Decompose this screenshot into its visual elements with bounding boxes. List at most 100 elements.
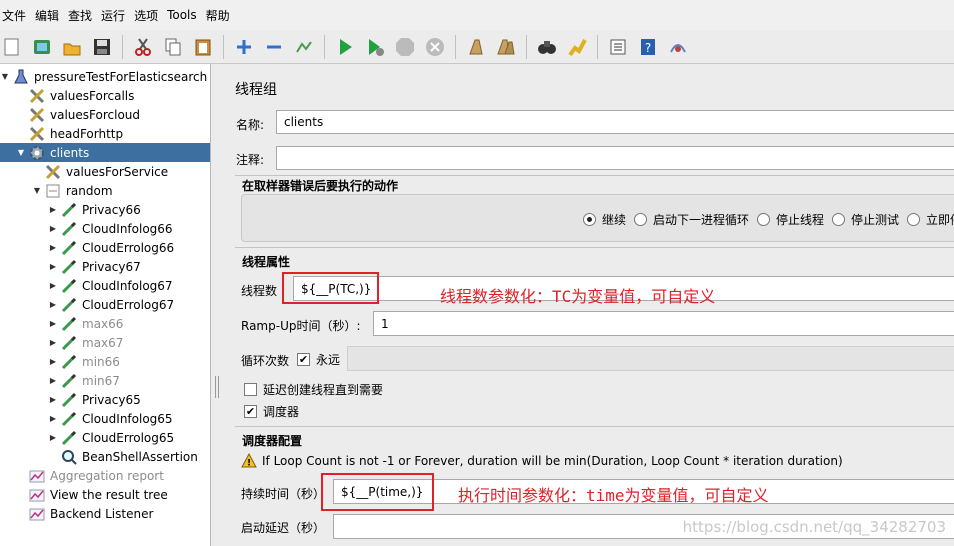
tree-item[interactable]: valuesForService [32,162,168,181]
radio-stop-test-now-button[interactable] [907,213,920,226]
name-field[interactable]: clients [276,110,954,134]
reset-search-icon[interactable] [565,35,589,59]
menu-search[interactable]: 查找 [68,7,92,24]
radio-stop-test-now[interactable]: 立即停止测试 [907,211,954,228]
collapsed-arrow-icon[interactable]: ▶ [48,395,58,404]
tree-item[interactable]: ▶ Privacy65 [48,390,141,409]
radio-continue[interactable]: 继续 [583,211,626,228]
toolbar-separator [526,34,527,59]
radio-start-next-loop[interactable]: 启动下一进程循环 [634,211,749,228]
collapsed-arrow-icon[interactable]: ▶ [48,243,58,252]
pipette-icon [60,201,78,219]
tree-item[interactable]: valuesForcloud [16,105,140,124]
menu-options[interactable]: 选项 [134,7,158,24]
panel-splitter[interactable] [211,64,223,546]
duration-highlight-box [321,473,434,511]
splitter-grip[interactable] [215,376,219,398]
tree-item[interactable]: ▶ CloudErrolog67 [48,295,174,314]
start-no-pause-icon[interactable] [363,35,387,59]
stop-icon[interactable] [393,35,417,59]
pipette-icon [60,296,78,314]
tree-item[interactable]: ▶ min67 [48,371,120,390]
tree-item-label: pressureTestForElasticsearch [34,69,208,84]
open-icon[interactable] [60,35,84,59]
tree-item[interactable]: ▼ pressureTestForElasticsearch [0,67,207,86]
collapsed-arrow-icon[interactable]: ▶ [48,414,58,423]
delay-thread-creation-checkbox[interactable]: 延迟创建线程直到需要 [244,381,383,398]
tree-item[interactable]: BeanShellAssertion [48,447,198,466]
expanded-arrow-icon[interactable]: ▼ [16,148,26,157]
function-helper-icon[interactable] [606,35,630,59]
tree-item[interactable]: ▶ Privacy67 [48,257,141,276]
templates-icon[interactable] [30,35,54,59]
new-icon[interactable] [0,35,24,59]
tree-item[interactable]: View the result tree [16,485,168,504]
scheduler-checkbox-box[interactable]: ✔ [244,405,257,418]
tree-item[interactable]: ▶ CloudErrolog65 [48,428,174,447]
radio-stop-test-button[interactable] [832,213,845,226]
forever-checkbox[interactable]: ✔ 永远 [297,351,340,368]
expanded-arrow-icon[interactable]: ▼ [32,186,42,195]
forever-checkbox-box[interactable]: ✔ [297,353,310,366]
tree-item[interactable]: valuesForcalls [16,86,134,105]
tree-item[interactable]: Aggregation report [16,466,164,485]
radio-stop-thread[interactable]: 停止线程 [757,211,824,228]
clear-icon[interactable] [464,35,488,59]
tree-item-label: max67 [82,335,124,350]
copy-icon[interactable] [161,35,185,59]
expand-icon[interactable] [232,35,256,59]
tree-item[interactable]: ▼ random [32,181,113,200]
start-icon[interactable] [333,35,357,59]
tree-item[interactable]: ▶ min66 [48,352,120,371]
delay-checkbox-box[interactable] [244,383,257,396]
loop-count-field[interactable] [347,346,954,371]
clear-all-icon[interactable] [494,35,518,59]
collapsed-arrow-icon[interactable]: ▶ [48,433,58,442]
search-icon[interactable] [535,35,559,59]
menu-file[interactable]: 文件 [2,7,26,24]
pipette-icon [60,315,78,333]
menu-help[interactable]: 帮助 [206,7,230,24]
collapsed-arrow-icon[interactable]: ▶ [48,262,58,271]
menu-edit[interactable]: 编辑 [35,7,59,24]
shutdown-icon[interactable] [423,35,447,59]
menu-run[interactable]: 运行 [101,7,125,24]
collapsed-arrow-icon[interactable]: ▶ [48,281,58,290]
scheduler-checkbox[interactable]: ✔ 调度器 [244,403,299,420]
remote-icon[interactable] [666,35,690,59]
cut-icon[interactable] [131,35,155,59]
menu-tools[interactable]: Tools [167,8,197,22]
scheduler-label: 调度器 [263,405,300,419]
tree-item[interactable]: ▶ max66 [48,314,123,333]
collapsed-arrow-icon[interactable]: ▶ [48,205,58,214]
test-plan-tree[interactable]: ▼ pressureTestForElasticsearch valuesForca… [0,64,211,546]
collapsed-arrow-icon[interactable]: ▶ [48,300,58,309]
toolbar-separator [324,34,325,59]
tree-item[interactable]: ▶ CloudInfolog67 [48,276,173,295]
comment-field[interactable] [276,146,954,170]
radio-stop-test[interactable]: 停止测试 [832,211,899,228]
rampup-field[interactable]: 1 [373,311,954,336]
tree-item[interactable]: Backend Listener [16,504,153,523]
radio-start-next-loop-button[interactable] [634,213,647,226]
collapsed-arrow-icon[interactable]: ▶ [48,319,58,328]
toggle-icon[interactable] [292,35,316,59]
expanded-arrow-icon[interactable]: ▼ [0,72,10,81]
collapsed-arrow-icon[interactable]: ▶ [48,376,58,385]
tree-item[interactable]: ▶ CloudInfolog66 [48,219,173,238]
collapsed-arrow-icon[interactable]: ▶ [48,357,58,366]
radio-stop-thread-button[interactable] [757,213,770,226]
tree-item[interactable]: ▶ CloudErrolog66 [48,238,174,257]
save-icon[interactable] [90,35,114,59]
paste-icon[interactable] [191,35,215,59]
tree-item[interactable]: ▼ clients [0,143,210,162]
collapse-icon[interactable] [262,35,286,59]
tree-item[interactable]: ▶ Privacy66 [48,200,141,219]
help-icon[interactable]: ? [636,35,660,59]
collapsed-arrow-icon[interactable]: ▶ [48,338,58,347]
tree-item[interactable]: ▶ max67 [48,333,123,352]
collapsed-arrow-icon[interactable]: ▶ [48,224,58,233]
tree-item[interactable]: headForhttp [16,124,123,143]
tree-item[interactable]: ▶ CloudInfolog65 [48,409,173,428]
radio-continue-button[interactable] [583,213,596,226]
